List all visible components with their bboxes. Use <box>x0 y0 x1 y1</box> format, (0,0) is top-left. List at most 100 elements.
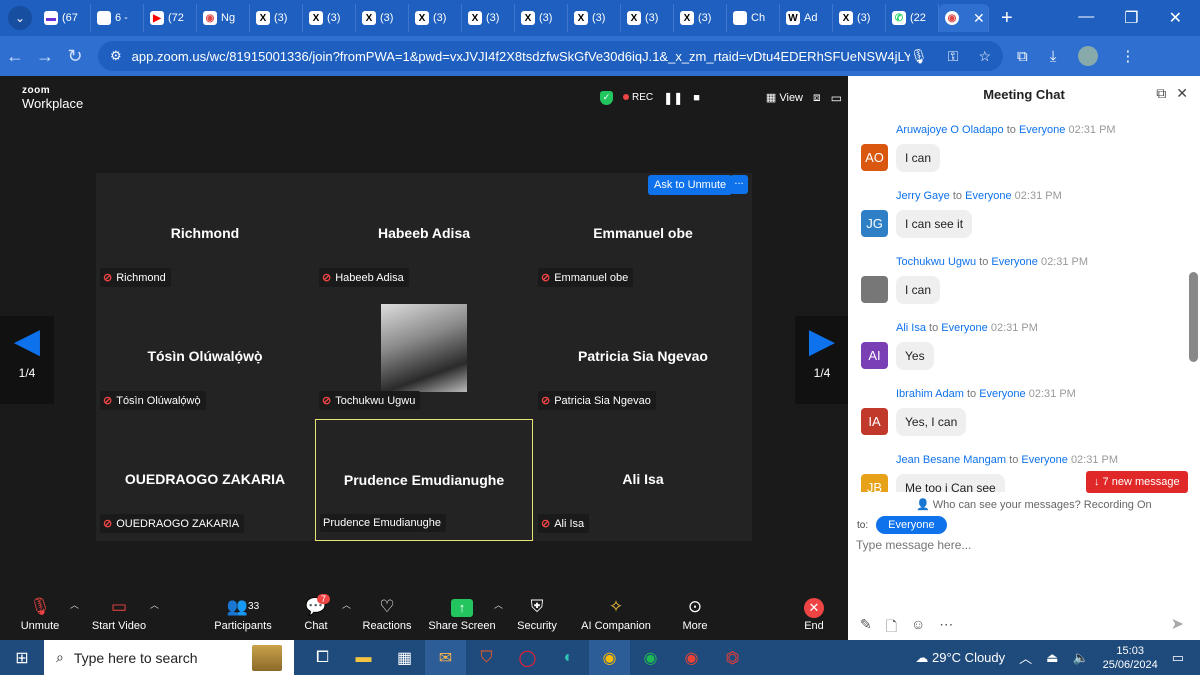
windows-start-icon[interactable]: ⊞ <box>0 648 44 668</box>
volume-icon[interactable]: 🔈 <box>1072 650 1088 666</box>
edge-icon[interactable]: ◐ <box>548 640 589 675</box>
browser-tab[interactable]: X (3) <box>833 4 886 32</box>
picture-in-picture-icon[interactable]: ⧈ <box>813 90 821 105</box>
network-icon[interactable]: ⏏ <box>1046 650 1058 666</box>
chat-message[interactable]: Tochukwu Ugwu to Everyone 02:31 PM I can <box>860 248 1180 308</box>
popout-chat-icon[interactable]: ⧉ <box>1156 85 1166 102</box>
new-messages-button[interactable]: ↓ 7 new message <box>1086 471 1188 493</box>
browser-tab[interactable]: X (3) <box>462 4 515 32</box>
video-options-caret-icon[interactable]: ︿ <box>150 598 159 611</box>
minimize-icon[interactable]: — <box>1078 8 1094 28</box>
chat-scrollbar[interactable] <box>1189 272 1198 362</box>
more-button[interactable]: ⊙ More <box>678 594 712 632</box>
new-tab-icon[interactable]: + <box>1001 7 1013 30</box>
view-button[interactable]: ▦ View <box>766 91 803 104</box>
chrome-profile-icon[interactable]: ◉ <box>671 640 712 675</box>
taskbar-search[interactable]: ⌕ Type here to search <box>44 640 294 675</box>
chat-more-icon[interactable]: ⋯ <box>939 616 953 640</box>
download-icon[interactable]: ⤓ <box>1050 48 1057 65</box>
password-key-icon[interactable]: ⚿ <box>948 48 959 65</box>
opera-icon[interactable]: ◯ <box>507 640 548 675</box>
chat-options-caret-icon[interactable]: ︿ <box>342 598 351 611</box>
stop-recording-icon[interactable]: ■ <box>693 92 700 104</box>
attach-file-icon[interactable]: 🗋 <box>886 616 897 640</box>
profile-avatar[interactable] <box>1078 46 1099 66</box>
browser-tab[interactable]: X (3) <box>409 4 462 32</box>
spotify-icon[interactable]: ◉ <box>630 640 671 675</box>
chat-message[interactable]: Ibrahim Adam to Everyone 02:31 PM IA Yes, … <box>860 380 1180 440</box>
security-button[interactable]: ⛨ Security <box>514 594 560 632</box>
browser-tab[interactable]: ◉ Ng <box>197 4 250 32</box>
tab-zoom-active[interactable]: ◉ ✕ <box>939 4 989 32</box>
participant-tile[interactable]: Richmond ⊘ Richmond <box>96 173 314 295</box>
url-bar[interactable]: ⚙ app.zoom.us/wc/81915001336/join?fromPW… <box>98 41 1003 71</box>
restore-icon[interactable]: ❐ <box>1124 8 1138 28</box>
browser-tab[interactable]: X (3) <box>515 4 568 32</box>
browser-tab[interactable]: X (3) <box>674 4 727 32</box>
browser-tab[interactable]: ✆ (22 <box>886 4 939 32</box>
participant-tile[interactable]: Tósìn Olúwalọ́wọ̀ ⊘ Tósìn Olúwalọ́wọ̀ <box>96 296 314 418</box>
browser-tab[interactable]: M 6 - <box>91 4 144 32</box>
bookmark-star-icon[interactable]: ☆ <box>978 48 991 65</box>
back-icon[interactable]: ← <box>0 46 30 67</box>
ai-companion-button[interactable]: ✧ AI Companion <box>580 594 652 632</box>
close-chat-icon[interactable]: ✕ <box>1176 85 1188 102</box>
chat-message-input[interactable] <box>856 538 1186 552</box>
forward-icon[interactable]: → <box>30 46 60 67</box>
chat-button[interactable]: 💬 7 Chat <box>300 594 332 632</box>
participant-tile[interactable]: ⊘ Tochukwu Ugwu <box>315 296 533 418</box>
participant-tile[interactable]: Habeeb Adisa ⊘ Habeeb Adisa <box>315 173 533 295</box>
system-clock[interactable]: 15:03 25/06/2024 <box>1103 644 1158 672</box>
task-view-icon[interactable]: ⧠ <box>302 640 343 675</box>
acrobat-icon[interactable]: ⏣ <box>712 640 753 675</box>
close-tab-icon[interactable]: ✕ <box>973 10 985 27</box>
next-page-button[interactable]: ▶ 1/4 <box>795 316 849 404</box>
browser-tab[interactable]: X (3) <box>356 4 409 32</box>
brave-icon[interactable]: ⛉ <box>466 640 507 675</box>
format-text-icon[interactable]: ✎ <box>860 616 872 640</box>
chrome-icon[interactable]: ◉ <box>589 640 630 675</box>
tab-search-dropdown-icon[interactable]: ⌄ <box>8 6 32 30</box>
start-video-button[interactable]: ▭ Start Video <box>90 594 148 632</box>
browser-tab[interactable]: X (3) <box>621 4 674 32</box>
pause-recording-icon[interactable]: ❚❚ <box>663 91 683 105</box>
recipient-selector[interactable]: Everyone <box>876 516 947 534</box>
browser-tab[interactable]: ▶ (72 <box>144 4 197 32</box>
tray-chevron-icon[interactable]: ︿ <box>1019 648 1032 667</box>
browser-menu-icon[interactable]: ⋮ <box>1120 47 1135 65</box>
chat-message[interactable]: Ali Isa to Everyone 02:31 PM AI Yes <box>860 314 1180 374</box>
recording-indicator[interactable]: REC <box>623 92 653 103</box>
file-explorer-icon[interactable]: ▬ <box>343 640 384 675</box>
browser-tab[interactable]: ▬ (67 <box>38 4 91 32</box>
browser-tab[interactable]: W Ad <box>780 4 833 32</box>
participant-tile[interactable]: Patricia Sia Ngevao ⊘ Patricia Sia Ngevao <box>534 296 752 418</box>
participant-tile[interactable]: OUEDRAOGO ZAKARIA ⊘ OUEDRAOGO ZAKARIA <box>96 419 314 541</box>
chat-message[interactable]: Jerry Gaye to Everyone 02:31 PM JG I can s… <box>860 182 1180 242</box>
share-screen-button[interactable]: ↑ Share Screen <box>428 594 496 632</box>
weather-widget[interactable]: ☁ 29°C Cloudy <box>915 650 1005 666</box>
emoji-icon[interactable]: ☺ <box>911 616 925 640</box>
microsoft-store-icon[interactable]: ▦ <box>384 640 425 675</box>
tile-more-options-button[interactable]: ... <box>730 175 748 194</box>
browser-tab[interactable]: X (3) <box>303 4 356 32</box>
audio-options-caret-icon[interactable]: ︿ <box>70 598 79 611</box>
participant-tile[interactable]: Prudence Emudianughe Prudence Emudianughe <box>315 419 533 541</box>
close-window-icon[interactable]: ✕ <box>1169 8 1182 28</box>
site-info-icon[interactable]: ⚙ <box>110 48 122 64</box>
browser-tab[interactable]: X (3) <box>250 4 303 32</box>
browser-tab[interactable]: X (3) <box>568 4 621 32</box>
encryption-shield-icon[interactable]: ✓ <box>600 90 613 105</box>
browser-tab[interactable]: ✿ Ch <box>727 4 780 32</box>
notifications-icon[interactable]: ▭ <box>1172 650 1184 666</box>
mail-icon[interactable]: ✉ <box>425 640 466 675</box>
reactions-button[interactable]: ♡ Reactions <box>360 594 414 632</box>
chat-message-list[interactable]: Aruwajoye O Oladapo to Everyone 02:31 PM… <box>848 116 1188 492</box>
share-options-caret-icon[interactable]: ︿ <box>494 598 503 611</box>
reload-icon[interactable]: ↻ <box>60 46 90 67</box>
chat-message[interactable]: Aruwajoye O Oladapo to Everyone 02:31 PM… <box>860 116 1180 176</box>
send-icon[interactable]: ➤ <box>1171 614 1184 634</box>
end-meeting-button[interactable]: ✕ End <box>800 594 828 632</box>
participants-button[interactable]: 👥33 Participants <box>212 594 274 632</box>
fullscreen-icon[interactable]: ▭ <box>831 91 842 105</box>
unmute-button[interactable]: 🎙 Unmute <box>18 594 62 632</box>
